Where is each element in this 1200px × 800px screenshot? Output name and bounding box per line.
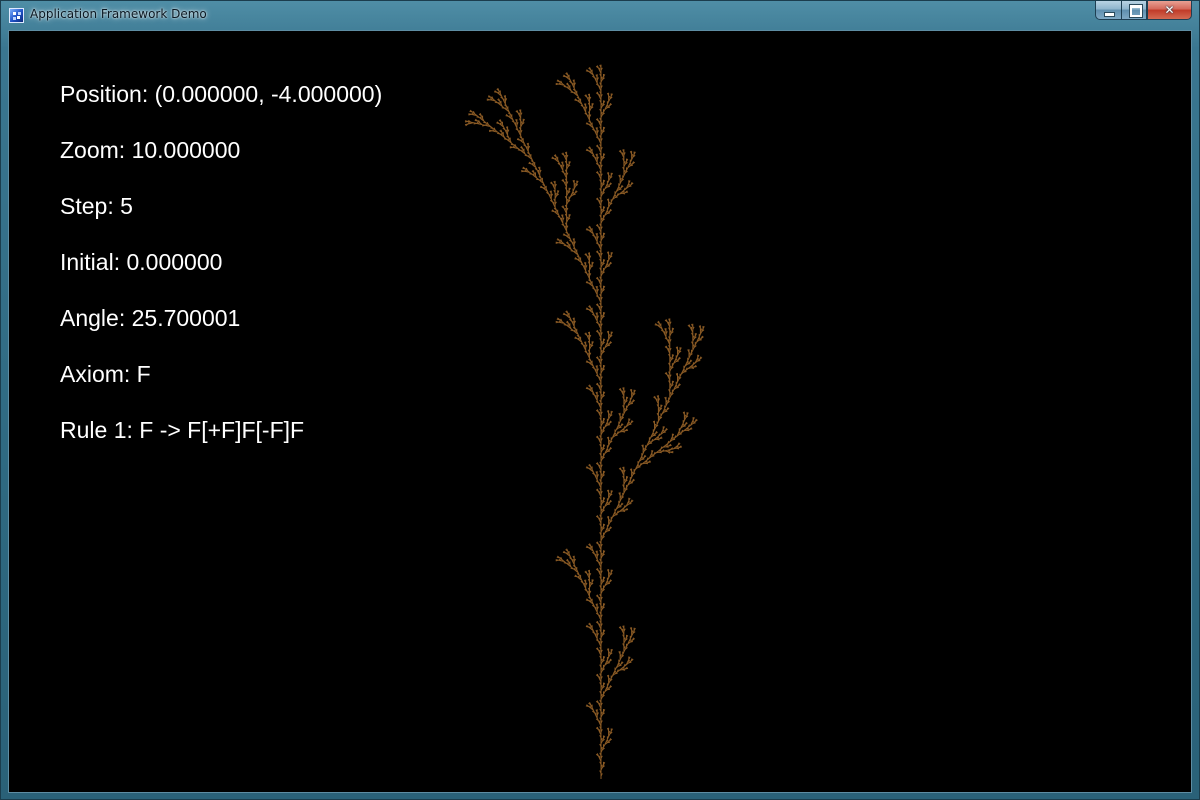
caption-buttons: ✕ [1095, 1, 1192, 20]
position-readout: Position: (0.000000, -4.000000) [60, 81, 383, 107]
render-canvas[interactable]: Position: (0.000000, -4.000000) Zoom: 10… [8, 30, 1192, 793]
close-icon: ✕ [1164, 3, 1175, 17]
title-bar[interactable]: Application Framework Demo ✕ [1, 1, 1199, 30]
app-icon[interactable] [9, 8, 24, 23]
zoom-readout: Zoom: 10.000000 [60, 137, 241, 163]
rule1-readout: Rule 1: F -> F[+F]F[-F]F [60, 417, 305, 443]
application-window: Application Framework Demo ✕ Position: (… [0, 0, 1200, 800]
minimize-button[interactable] [1095, 1, 1121, 20]
angle-readout: Angle: 25.700001 [60, 305, 241, 331]
initial-readout: Initial: 0.000000 [60, 249, 223, 275]
axiom-readout: Axiom: F [60, 361, 151, 387]
maximize-button[interactable] [1121, 1, 1147, 20]
plant-branches [464, 64, 705, 779]
minimize-icon [1104, 12, 1115, 17]
close-button[interactable]: ✕ [1147, 1, 1192, 20]
step-readout: Step: 5 [60, 193, 133, 219]
maximize-icon [1130, 5, 1142, 17]
window-title: Application Framework Demo [30, 7, 207, 21]
